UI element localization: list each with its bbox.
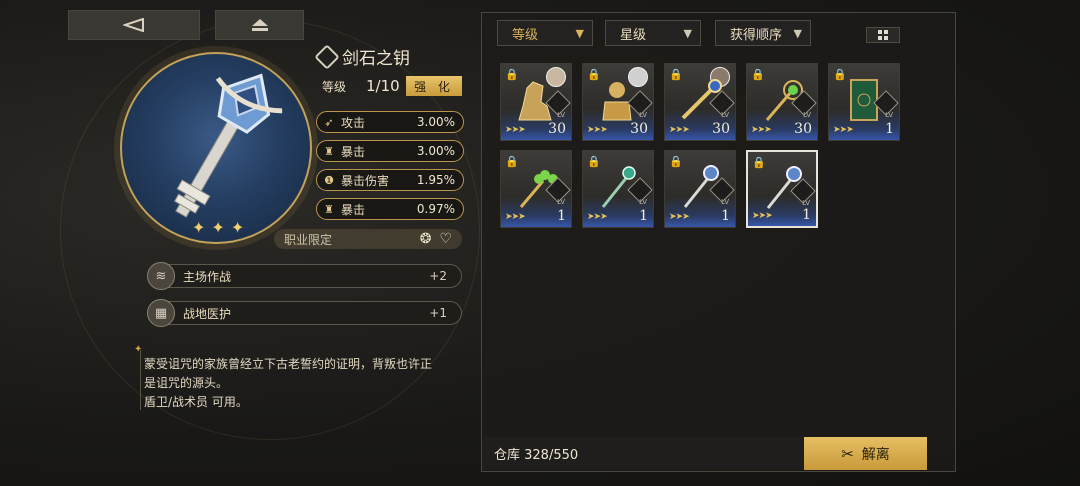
level-tag: LV xyxy=(802,199,810,207)
eject-icon xyxy=(251,19,268,31)
grid-view-button[interactable] xyxy=(866,27,900,43)
caret-down-icon: ▼ xyxy=(793,26,802,40)
back-arrow-icon xyxy=(123,18,144,32)
sparkle-icon: ✦ xyxy=(134,344,143,355)
grid-icon xyxy=(878,30,888,40)
item-title-row: 剑石之钥 xyxy=(314,43,410,70)
inventory-card[interactable]: 🔒 LV ➤➤➤ 1 xyxy=(500,150,572,228)
crit-icon: ♜ xyxy=(324,144,334,158)
release-button[interactable]: ✂ 解离 xyxy=(804,437,927,470)
storage-count: 仓库 328/550 xyxy=(482,437,804,470)
filter-order[interactable]: 获得顺序 ▼ xyxy=(715,20,811,46)
stat-row: ❶ 暴击伤害 1.95% xyxy=(316,169,464,191)
stat-value: 3.00% xyxy=(416,144,455,158)
caret-down-icon: ▼ xyxy=(575,26,584,40)
stat-value: 0.97% xyxy=(416,202,455,216)
wind-icon: ≋ xyxy=(147,262,175,290)
stat-value: 3.00% xyxy=(416,115,455,129)
item-level: 1 xyxy=(639,208,648,224)
release-label: 解离 xyxy=(861,446,890,463)
description-line: 蒙受诅咒的家族曾经立下古老誓约的证明，背叛也许正 xyxy=(144,357,433,371)
brick-icon: ▦ xyxy=(147,299,175,327)
job-restriction: 职业限定 ❂ ♡ xyxy=(274,229,462,249)
stat-row: ➶ 攻击 3.00% xyxy=(316,111,464,133)
level-row: 等级 1/10 强 化 xyxy=(322,76,462,96)
stat-name: 攻击 xyxy=(341,115,366,130)
back-button[interactable] xyxy=(68,10,200,40)
enhance-button[interactable]: 强 化 xyxy=(406,76,462,96)
inventory-card[interactable]: 🔒 LV ➤➤➤ 30 xyxy=(500,63,572,141)
rarity-stars: ✦✦✦ xyxy=(192,218,251,237)
rarity-stars: ➤➤➤ xyxy=(587,212,608,222)
level-tag: LV xyxy=(639,111,647,119)
description-line: 是诅咒的源头。 xyxy=(144,376,229,390)
level-tag: LV xyxy=(639,198,647,206)
inventory-card[interactable]: 🔒 LV ➤➤➤ 30 xyxy=(664,63,736,141)
inventory-card[interactable]: 🔒 LV ➤➤➤ 30 xyxy=(582,63,654,141)
filter-label: 星级 xyxy=(620,27,647,43)
skill-name: 主场作战 xyxy=(183,269,232,284)
rarity-stars: ➤➤➤ xyxy=(752,211,773,221)
inventory-card[interactable]: 🔒 LV ➤➤➤ 1 xyxy=(582,150,654,228)
attack-icon: ➶ xyxy=(324,115,334,129)
stat-name: 暴击伤害 xyxy=(341,173,390,188)
filter-stars[interactable]: 星级 ▼ xyxy=(605,20,701,46)
filter-label: 获得顺序 xyxy=(730,27,783,43)
stat-row: ♜ 暴击 3.00% xyxy=(316,140,464,162)
sword-stone-key-illustration xyxy=(173,73,283,218)
description-divider xyxy=(140,350,141,410)
inventory-card[interactable]: 🔒 LV ➤➤➤ 1 xyxy=(664,150,736,228)
item-description: 蒙受诅咒的家族曾经立下古老誓约的证明，背叛也许正 是诅咒的源头。 盾卫/战术员 … xyxy=(144,355,474,412)
skill-name: 战地医护 xyxy=(183,306,232,321)
item-level: 1 xyxy=(885,121,894,137)
description-line: 盾卫/战术员 可用。 xyxy=(144,395,248,409)
defender-class-icon[interactable]: ❂ xyxy=(420,231,432,247)
stat-value: 1.95% xyxy=(416,173,455,187)
rarity-stars: ➤➤➤ xyxy=(587,125,608,135)
equipment-type-icon xyxy=(314,43,340,70)
job-label: 职业限定 xyxy=(284,232,333,247)
stat-name: 暴击 xyxy=(341,202,366,217)
item-portrait: ✦✦✦ xyxy=(120,52,312,244)
filter-level[interactable]: 等级 ▼ xyxy=(497,20,593,46)
level-tag: LV xyxy=(721,111,729,119)
rarity-stars: ➤➤➤ xyxy=(751,125,772,135)
item-level: 30 xyxy=(630,121,648,137)
level-label: 等级 xyxy=(322,79,347,94)
level-tag: LV xyxy=(557,111,565,119)
home-button[interactable] xyxy=(215,10,304,40)
level-tag: LV xyxy=(557,198,565,206)
crit-icon: ♜ xyxy=(324,202,334,216)
stat-row: ♜ 暴击 0.97% xyxy=(316,198,464,220)
dismantle-icon: ✂ xyxy=(841,444,854,463)
rarity-stars: ➤➤➤ xyxy=(669,212,690,222)
level-tag: LV xyxy=(721,198,729,206)
level-tag: LV xyxy=(803,111,811,119)
level-value: 1/10 xyxy=(366,77,400,95)
inventory-card-selected[interactable]: 🔒 LV ➤➤➤ 1 xyxy=(746,150,818,228)
item-name: 剑石之钥 xyxy=(342,49,410,69)
crit-damage-icon: ❶ xyxy=(324,173,334,187)
inventory-card[interactable]: 🔒 LV ➤➤➤ 30 xyxy=(746,63,818,141)
skill-value: +1 xyxy=(429,306,447,320)
item-level: 1 xyxy=(721,208,730,224)
item-level: 1 xyxy=(802,207,811,223)
skill-value: +2 xyxy=(429,269,447,283)
item-level: 30 xyxy=(548,121,566,137)
rarity-stars: ➤➤➤ xyxy=(833,125,854,135)
skill-row[interactable]: ≋ 主场作战 +2 xyxy=(147,262,462,290)
level-tag: LV xyxy=(885,111,893,119)
item-level: 1 xyxy=(557,208,566,224)
tactician-class-icon[interactable]: ♡ xyxy=(439,231,452,247)
inventory-card[interactable]: 🔒 LV ➤➤➤ 1 xyxy=(828,63,900,141)
rarity-stars: ➤➤➤ xyxy=(505,125,526,135)
skill-row[interactable]: ▦ 战地医护 +1 xyxy=(147,299,462,327)
rarity-stars: ➤➤➤ xyxy=(669,125,690,135)
stat-name: 暴击 xyxy=(341,144,366,159)
filter-label: 等级 xyxy=(512,27,539,43)
item-level: 30 xyxy=(794,121,812,137)
rarity-stars: ➤➤➤ xyxy=(505,212,526,222)
caret-down-icon: ▼ xyxy=(683,26,692,40)
item-level: 30 xyxy=(712,121,730,137)
